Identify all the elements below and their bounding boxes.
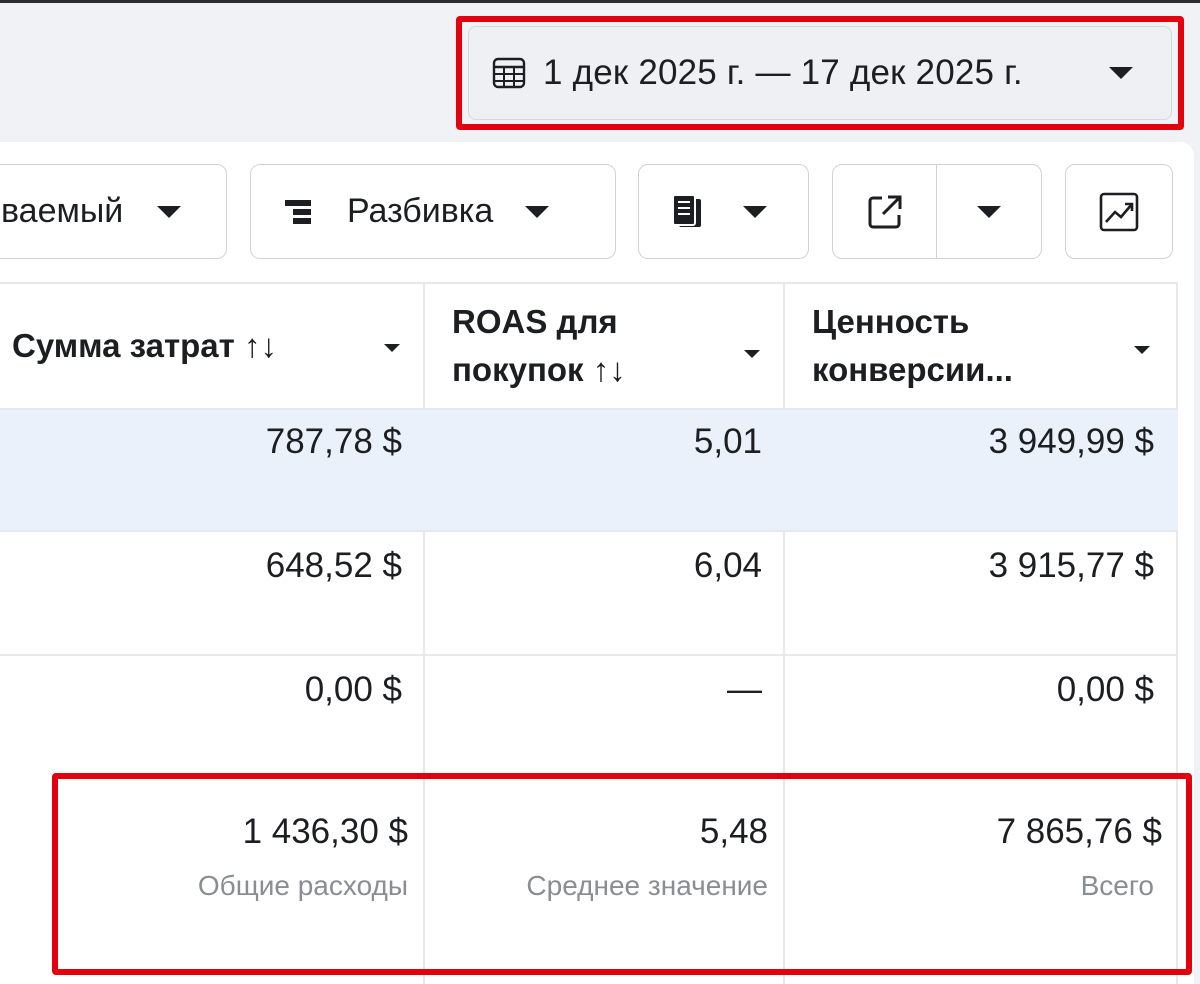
column-header-spend[interactable]: Сумма затрат ↑↓ [12, 284, 412, 408]
table-row[interactable]: 648,52 $ 6,04 3 915,77 $ [0, 534, 1178, 656]
cell-conversion-value: 0,00 $ [1056, 670, 1154, 709]
chart-button[interactable] [1065, 164, 1173, 259]
cell-conversion-value: 3 915,77 $ [988, 546, 1154, 585]
chevron-down-icon [1134, 346, 1150, 354]
date-range-picker[interactable]: 1 дек 2025 г. — 17 дек 2025 г. [468, 26, 1172, 120]
chevron-down-icon [743, 205, 767, 218]
cell-roas: 5,01 [693, 422, 762, 461]
table-row[interactable]: 787,78 $ 5,01 3 949,99 $ [0, 410, 1178, 532]
total-roas-caption: Среднее значение [526, 870, 768, 901]
toolbar: ваемый Разбивка [0, 142, 1194, 282]
chevron-down-icon [157, 205, 182, 218]
breakdown-icon [285, 198, 313, 226]
table-row[interactable]: 0,00 $ — 0,00 $ [0, 658, 1178, 780]
reports-icon [669, 193, 709, 231]
column-header-conversion-value[interactable]: Ценность конверсии... [812, 284, 1162, 408]
cell-roas: 6,04 [693, 546, 762, 585]
export-icon [867, 194, 903, 230]
calendar-icon [491, 55, 527, 91]
cell-spend: 0,00 $ [304, 670, 402, 709]
chevron-down-icon [525, 205, 550, 218]
cell-spend: 648,52 $ [265, 546, 402, 585]
column-header-roas[interactable]: ROAS для покупок ↑↓ [452, 284, 772, 408]
total-roas: 5,48 [699, 812, 768, 851]
chevron-down-icon [744, 350, 760, 358]
reports-dropdown[interactable] [638, 164, 809, 259]
cell-spend: 787,78 $ [265, 422, 402, 461]
column-header-roas-line2: покупок ↑↓ [452, 351, 626, 388]
chevron-down-icon [977, 205, 1001, 218]
column-header-value-line2: конверсии... [812, 351, 1013, 388]
chevron-down-icon [384, 344, 400, 352]
export-button[interactable] [833, 165, 937, 258]
breakdown-dropdown[interactable]: Разбивка [250, 164, 616, 259]
chart-icon [1099, 192, 1139, 232]
export-split-button [832, 164, 1042, 259]
cell-roas: — [727, 670, 762, 709]
chevron-down-icon [1109, 67, 1133, 79]
column-header-roas-line1: ROAS для [452, 303, 618, 340]
total-conversion-value-caption: Всего [1080, 870, 1154, 901]
top-border [0, 0, 1200, 3]
breakdown-label: Разбивка [347, 192, 494, 230]
cell-conversion-value: 3 949,99 $ [988, 422, 1154, 461]
total-spend-caption: Общие расходы [197, 870, 408, 901]
table-header: Сумма затрат ↑↓ ROAS для покупок ↑↓ Ценн… [0, 282, 1178, 410]
total-conversion-value: 7 865,76 $ [996, 812, 1162, 851]
total-spend: 1 436,30 $ [242, 812, 408, 851]
column-header-value-line1: Ценность [812, 303, 970, 340]
date-range-label: 1 дек 2025 г. — 17 дек 2025 г. [543, 53, 1023, 92]
column-header-spend-label: Сумма затрат ↑↓ [12, 327, 277, 364]
report-panel: ваемый Разбивка Сумма затрат ↑↓ ROAS для… [0, 142, 1194, 984]
attribution-dropdown[interactable]: ваемый [0, 164, 227, 259]
export-options-button[interactable] [937, 165, 1041, 258]
attribution-label: ваемый [1, 192, 124, 230]
totals-row: 1 436,30 $ Общие расходы 5,48 Среднее зн… [0, 782, 1178, 984]
